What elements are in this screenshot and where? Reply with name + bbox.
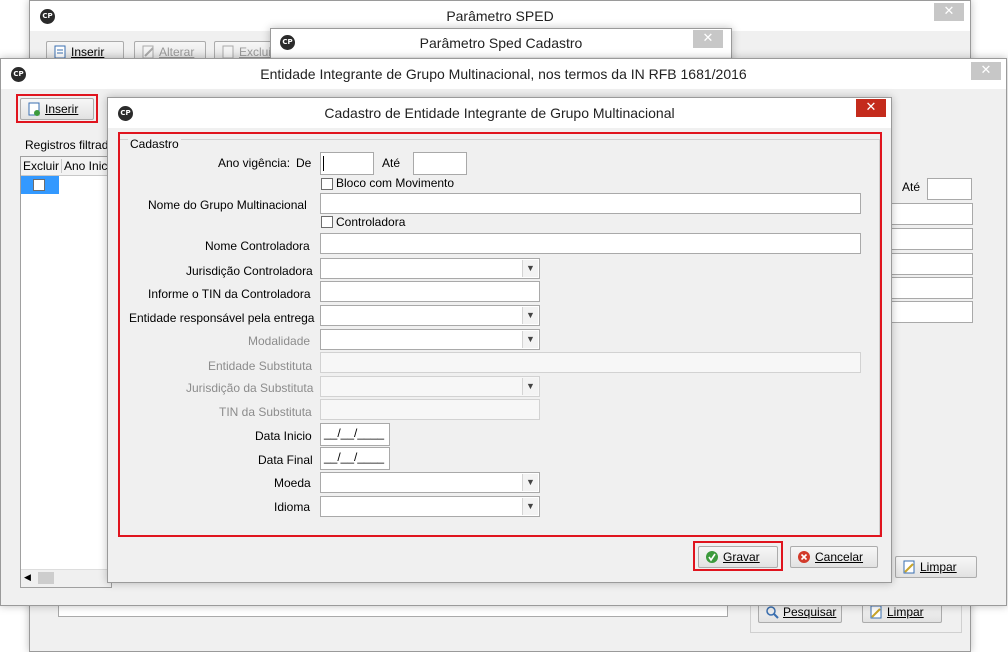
ano-ate-input[interactable]	[413, 152, 467, 175]
parametro-sped-title: Parâmetro SPED	[446, 8, 554, 24]
filter-input-2[interactable]	[891, 228, 973, 250]
chevron-down-icon[interactable]: ▼	[522, 260, 538, 277]
insert-doc-icon	[53, 45, 67, 59]
data-final-input[interactable]: __/__/____	[320, 447, 390, 470]
entidade-substituta-label: Entidade Substituta	[208, 359, 313, 373]
controladora-checkbox[interactable]	[321, 216, 333, 228]
grid-hscrollbar[interactable]: ◀	[21, 569, 111, 587]
data-final-label: Data Final	[258, 453, 313, 467]
chevron-down-icon[interactable]: ▼	[522, 331, 538, 348]
filter-ate-label: Até	[902, 180, 921, 194]
chevron-down-icon[interactable]: ▼	[522, 498, 538, 515]
nome-grupo-label: Nome do Grupo Multinacional	[148, 198, 307, 212]
filter-input-5[interactable]	[891, 301, 973, 323]
cancelar-label: Cancelar	[815, 550, 864, 564]
jurisdicao-controladora-label: Jurisdição Controladora	[186, 264, 313, 278]
delete-icon	[221, 45, 235, 59]
bloco-movimento-checkbox[interactable]	[321, 178, 333, 190]
bloco-movimento-label: Bloco com Movimento	[336, 176, 455, 190]
tin-controladora-label: Informe o TIN da Controladora	[148, 287, 311, 301]
nome-controladora-input[interactable]	[320, 233, 861, 254]
cadastro-title: Cadastro de Entidade Integrante de Grupo…	[324, 105, 675, 121]
close-icon[interactable]: ✕	[693, 30, 723, 48]
entidade-substituta-input[interactable]	[320, 352, 861, 373]
parametro-sped-titlebar: CP Parâmetro SPED ✕	[30, 1, 970, 31]
sped-cadastro-title: Parâmetro Sped Cadastro	[419, 35, 583, 51]
jurisdicao-substituta-select[interactable]: ▼	[320, 376, 540, 397]
idioma-select[interactable]: ▼	[320, 496, 540, 517]
chevron-down-icon[interactable]: ▼	[522, 474, 538, 491]
nome-grupo-input[interactable]	[320, 193, 861, 214]
scroll-left-icon[interactable]: ◀	[24, 572, 31, 583]
modalidade-label: Modalidade	[248, 334, 311, 348]
close-icon[interactable]: ✕	[934, 3, 964, 21]
de-label: De	[296, 156, 312, 170]
entidade-responsavel-select[interactable]: ▼	[320, 305, 540, 326]
jurisdicao-controladora-select[interactable]: ▼	[320, 258, 540, 279]
grid-header: Excluir Ano Inicio	[21, 157, 117, 176]
filter-input-3[interactable]	[891, 253, 973, 275]
text-caret	[323, 156, 324, 171]
entidade-limpar-button[interactable]: Limpar	[895, 556, 977, 578]
data-inicio-input[interactable]: __/__/____	[320, 423, 390, 446]
ano-de-input[interactable]	[320, 152, 374, 175]
tin-substituta-label: TIN da Substituta	[219, 405, 312, 419]
registros-grid: Excluir Ano Inicio ◀	[20, 156, 117, 588]
table-row[interactable]	[21, 176, 59, 194]
data-inicio-label: Data Inicio	[255, 429, 312, 443]
entidade-titlebar: CP Entidade Integrante de Grupo Multinac…	[1, 59, 1006, 89]
tin-controladora-input[interactable]	[320, 281, 540, 302]
filter-input-1[interactable]	[891, 203, 973, 225]
clear-icon	[902, 560, 916, 574]
cancelar-button[interactable]: Cancelar	[790, 546, 878, 568]
controladora-label: Controladora	[336, 215, 406, 229]
idioma-label: Idioma	[274, 500, 311, 514]
filter-input-4[interactable]	[891, 277, 973, 299]
search-icon	[765, 605, 779, 619]
scroll-thumb[interactable]	[38, 572, 54, 584]
cadastro-dialog: CP Cadastro de Entidade Integrante de Gr…	[107, 97, 892, 583]
cadastro-titlebar: CP Cadastro de Entidade Integrante de Gr…	[108, 98, 891, 128]
chevron-down-icon[interactable]: ▼	[522, 378, 538, 395]
moeda-label: Moeda	[274, 476, 311, 490]
gravar-highlight	[693, 541, 783, 571]
edit-icon	[141, 45, 155, 59]
ano-vigencia-label: Ano vigência:	[218, 156, 291, 170]
sped-cadastro-titlebar: CP Parâmetro Sped Cadastro ✕	[271, 29, 731, 57]
moeda-select[interactable]: ▼	[320, 472, 540, 493]
row-excluir-checkbox[interactable]	[33, 179, 45, 191]
chevron-down-icon[interactable]: ▼	[522, 307, 538, 324]
nome-controladora-label: Nome Controladora	[205, 239, 310, 253]
entidade-responsavel-label: Entidade responsável pela entrega	[129, 311, 315, 325]
column-header-excluir[interactable]: Excluir	[23, 159, 59, 173]
jurisdicao-substituta-label: Jurisdição da Substituta	[186, 381, 314, 395]
entidade-title: Entidade Integrante de Grupo Multinacion…	[260, 66, 747, 82]
entidade-limpar-label: Limpar	[920, 560, 957, 574]
close-icon[interactable]: ✕	[971, 62, 1001, 80]
cancel-icon	[797, 550, 811, 564]
clear-icon	[869, 605, 883, 619]
tin-substituta-input[interactable]	[320, 399, 540, 420]
modalidade-select[interactable]: ▼	[320, 329, 540, 350]
inserir-highlight	[16, 94, 98, 123]
filter-ate-input[interactable]	[927, 178, 972, 200]
ate-label: Até	[382, 156, 401, 170]
close-icon[interactable]: ✕	[856, 99, 886, 117]
